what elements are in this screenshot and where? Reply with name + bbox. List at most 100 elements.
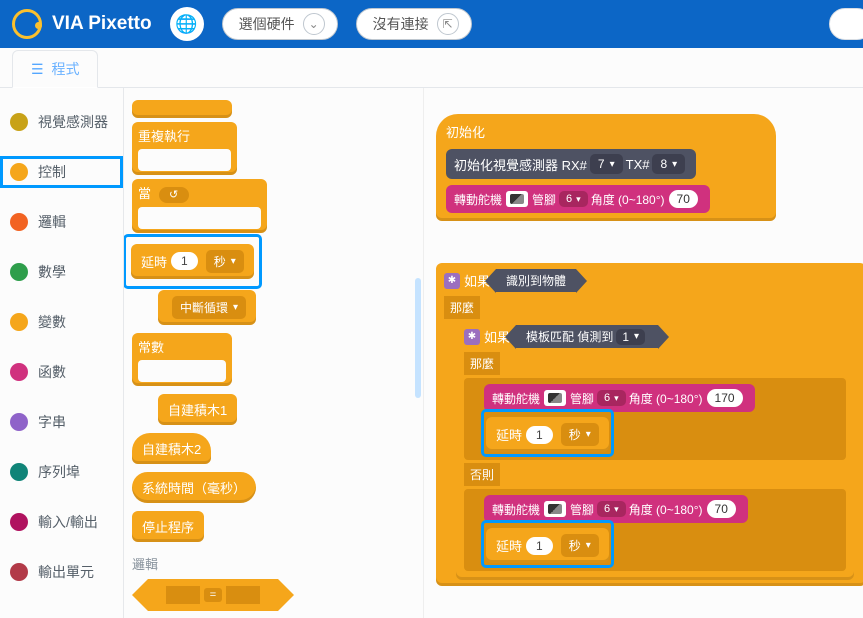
block-systime[interactable]: 系統時間（毫秒） — [132, 472, 256, 503]
template-id-dropdown[interactable]: 1 — [616, 329, 645, 345]
block-if-outer[interactable]: ✱ 如果 識別到物體 那麼 ✱ 如果 模板匹配 偵測到 1 那麼 — [436, 263, 863, 586]
sidebar-item-string[interactable]: 字串 — [0, 406, 123, 438]
category-dot-icon — [10, 363, 28, 381]
block-when[interactable]: 當 — [132, 179, 267, 233]
repeat-icon — [159, 187, 189, 203]
delay-value-field[interactable]: 1 — [526, 537, 553, 555]
rx-dropdown[interactable]: 7 — [590, 154, 623, 174]
sidebar-item-functions[interactable]: 函數 — [0, 356, 123, 388]
block-custom1[interactable]: 自建積木1 — [158, 394, 237, 425]
block-label: 轉動舵機 — [492, 390, 540, 407]
block-label: 常數 — [138, 340, 164, 355]
block-if-inner[interactable]: ✱ 如果 模板匹配 偵測到 1 那麼 轉動舵機 管腳 6 角度 (0~180°) — [456, 319, 854, 580]
block-label: 重複執行 — [138, 129, 190, 144]
logo-icon — [12, 9, 42, 39]
block-servo-else[interactable]: 轉動舵機 管腳 6 角度 (0~180°) 70 — [484, 495, 748, 523]
block-init-sensor[interactable]: 初始化視覺感測器 RX# 7 TX# 8 — [446, 149, 696, 179]
angle-field[interactable]: 70 — [707, 500, 736, 518]
category-dot-icon — [10, 563, 28, 581]
block-label: 角度 (0~180°) — [591, 191, 665, 208]
block-label: 角度 (0~180°) — [629, 390, 703, 407]
category-dot-icon — [10, 313, 28, 331]
brand-label: VIA Pixetto — [52, 13, 152, 35]
tab-code-label: 程式 — [51, 61, 79, 77]
delay-unit-dropdown[interactable]: 秒 — [206, 250, 244, 273]
tx-dropdown[interactable]: 8 — [652, 154, 685, 174]
layers-icon: ☰ — [31, 61, 44, 77]
servo-icon — [544, 390, 566, 406]
select-hardware-label: 選個硬件 — [239, 14, 295, 34]
block-constant[interactable]: 常數 — [132, 333, 232, 386]
operator-dropdown[interactable]: = — [204, 588, 222, 602]
block-label: 當 — [138, 186, 151, 201]
pin-dropdown[interactable]: 6 — [597, 501, 626, 517]
break-loop-dropdown[interactable]: 中斷循環 — [172, 296, 246, 319]
sidebar-item-io[interactable]: 輸入/輸出 — [0, 506, 123, 538]
block-label: 管腳 — [570, 390, 594, 407]
sidebar-item-label: 字串 — [38, 412, 66, 432]
sidebar-item-label: 輸入/輸出 — [38, 512, 98, 532]
connection-status[interactable]: 沒有連接 ⇱ — [356, 8, 472, 40]
category-dot-icon — [10, 463, 28, 481]
category-dot-icon — [10, 113, 28, 131]
block-equals[interactable]: = — [148, 579, 278, 611]
gear-icon[interactable]: ✱ — [464, 329, 480, 345]
delay-unit-dropdown[interactable]: 秒 — [561, 423, 599, 446]
sidebar-item-vision[interactable]: 視覺感測器 — [0, 106, 123, 138]
language-button[interactable]: 🌐 — [170, 7, 204, 41]
block-servo-then[interactable]: 轉動舵機 管腳 6 角度 (0~180°) 170 — [484, 384, 755, 412]
block-label: 停止程序 — [142, 517, 194, 536]
cond-detected[interactable]: 識別到物體 — [496, 269, 576, 292]
link-icon: ⇱ — [437, 13, 459, 35]
block-fragment[interactable] — [132, 100, 232, 118]
bool-slot-left[interactable] — [166, 586, 200, 604]
block-label: 延時 — [496, 536, 522, 555]
sidebar-item-label: 變數 — [38, 312, 66, 332]
c-slot — [138, 207, 261, 229]
block-repeat[interactable]: 重複執行 — [132, 122, 237, 175]
sidebar-item-logic[interactable]: 邏輯 — [0, 206, 123, 238]
pin-dropdown[interactable]: 6 — [597, 390, 626, 406]
block-break-loop[interactable]: 中斷循環 — [158, 290, 256, 325]
sidebar-item-label: 視覺感測器 — [38, 112, 108, 132]
block-stop[interactable]: 停止程序 — [132, 511, 204, 542]
delay-unit-dropdown[interactable]: 秒 — [561, 534, 599, 557]
workspace[interactable]: 初始化 初始化視覺感測器 RX# 7 TX# 8 轉動舵機 管腳 6 角度 (0… — [424, 88, 863, 618]
delay-value-field[interactable]: 1 — [526, 426, 553, 444]
sidebar-item-math[interactable]: 數學 — [0, 256, 123, 288]
sidebar-item-control[interactable]: 控制 — [0, 156, 123, 188]
block-servo-init[interactable]: 轉動舵機 管腳 6 角度 (0~180°) 70 — [446, 185, 710, 213]
cond-template[interactable]: 模板匹配 偵測到 1 — [516, 325, 658, 348]
else-label: 否則 — [464, 463, 500, 486]
block-delay[interactable]: 延時 1 秒 — [131, 244, 254, 279]
tab-code[interactable]: ☰ 程式 — [12, 50, 98, 88]
header-right-button[interactable] — [829, 8, 863, 40]
sidebar-item-variables[interactable]: 變數 — [0, 306, 123, 338]
sidebar-item-label: 邏輯 — [38, 212, 66, 232]
sidebar-item-output[interactable]: 輸出單元 — [0, 556, 123, 588]
chevron-down-icon: ⌄ — [303, 13, 325, 35]
category-dot-icon — [10, 163, 28, 181]
block-label: 識別到物體 — [506, 272, 566, 289]
angle-field[interactable]: 70 — [669, 190, 698, 208]
palette-group-label: 邏輯 — [132, 554, 415, 573]
sidebar-item-serial[interactable]: 序列埠 — [0, 456, 123, 488]
then-label: 那麼 — [464, 352, 500, 375]
block-delay-then[interactable]: 延時 1 秒 — [486, 417, 609, 452]
select-hardware-dropdown[interactable]: 選個硬件 ⌄ — [222, 8, 338, 40]
servo-icon — [544, 501, 566, 517]
delay-value-field[interactable]: 1 — [171, 252, 198, 270]
angle-field[interactable]: 170 — [707, 389, 743, 407]
pin-dropdown[interactable]: 6 — [559, 191, 588, 207]
bool-slot-right[interactable] — [226, 586, 260, 604]
block-init-hat[interactable]: 初始化 初始化視覺感測器 RX# 7 TX# 8 轉動舵機 管腳 6 角度 (0… — [436, 114, 776, 221]
block-delay-else[interactable]: 延時 1 秒 — [486, 528, 609, 563]
scrollbar[interactable] — [415, 278, 421, 398]
block-custom2-def[interactable]: 自建積木2 — [132, 433, 211, 464]
block-label: 系統時間（毫秒） — [142, 478, 246, 497]
c-slot — [138, 360, 226, 382]
c-slot — [138, 149, 231, 171]
gear-icon[interactable]: ✱ — [444, 273, 460, 289]
block-label: 模板匹配 偵測到 — [526, 328, 613, 345]
category-dot-icon — [10, 413, 28, 431]
